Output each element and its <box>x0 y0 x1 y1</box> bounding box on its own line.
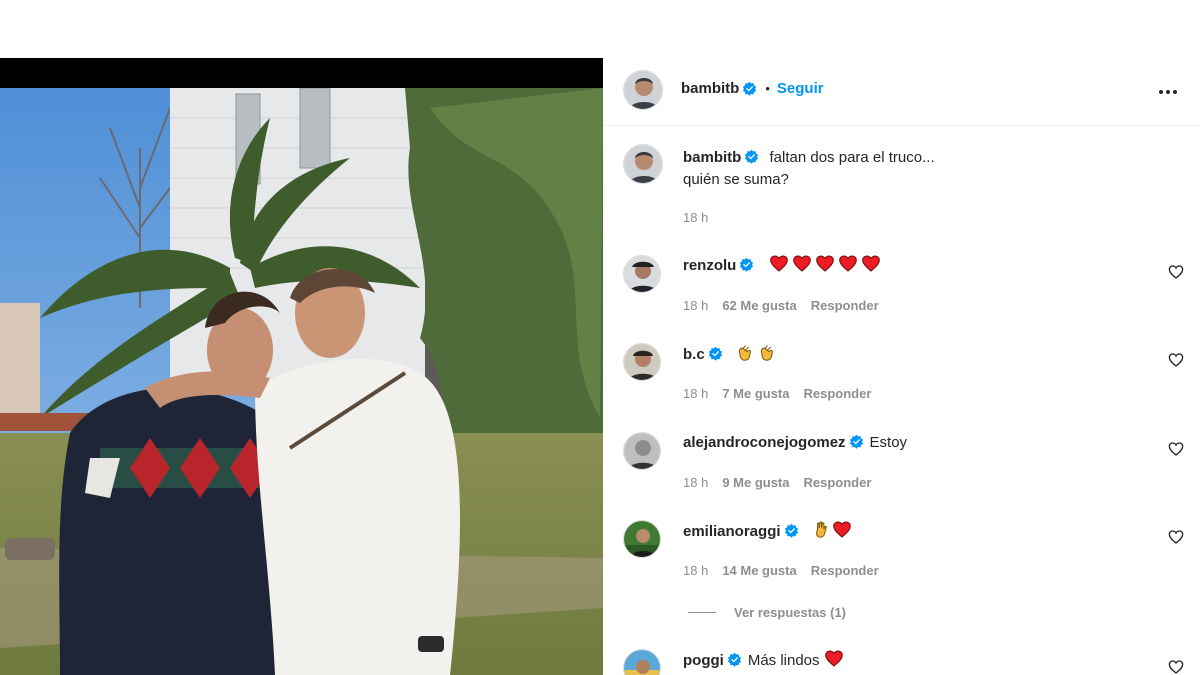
comment-text-line: b.c <box>683 343 777 366</box>
comment-avatar[interactable] <box>623 255 661 293</box>
author-avatar[interactable] <box>623 70 663 110</box>
author-username[interactable]: bambitb <box>681 80 739 97</box>
comment-body: Estoy <box>869 434 908 451</box>
comment-text-line: poggi Más lindos <box>683 650 843 672</box>
verified-badge-icon <box>739 257 754 272</box>
caption-username[interactable]: bambitb <box>683 149 741 166</box>
comment-like-heart-icon[interactable] <box>1168 264 1186 282</box>
comment-like-heart-icon[interactable] <box>1168 529 1186 547</box>
red-heart-icon <box>815 255 834 272</box>
red-heart-icon <box>832 521 851 538</box>
comment-body: Más lindos <box>747 652 820 669</box>
post-photo-panel <box>0 58 603 675</box>
caption-line-2: quién se suma? <box>683 171 789 188</box>
verified-badge-icon <box>849 434 864 449</box>
comment-time[interactable]: 18 h <box>683 298 708 313</box>
post-header: bambitb • Seguir <box>603 58 1200 126</box>
red-heart-icon <box>824 650 843 667</box>
verified-badge-icon <box>727 652 742 667</box>
waving-hand-icon <box>812 520 831 539</box>
comment-avatar[interactable] <box>623 649 661 675</box>
comment-like-heart-icon[interactable] <box>1168 659 1186 675</box>
red-heart-icon <box>792 255 811 272</box>
clapping-hands-icon <box>758 343 777 362</box>
view-replies-label: Ver respuestas (1) <box>734 605 847 620</box>
reply-button[interactable]: Responder <box>811 563 879 578</box>
caption-text: bambitb faltan dos para el truco... quié… <box>683 147 935 191</box>
comment-text-line: alejandroconejogomez Estoy <box>683 432 907 454</box>
comment-avatar[interactable] <box>623 520 661 558</box>
comment-meta: 18 h 14 Me gusta Responder <box>683 563 879 578</box>
caption-line-1: faltan dos para el truco... <box>769 149 935 166</box>
comment-time[interactable]: 18 h <box>683 475 708 490</box>
more-options-icon[interactable] <box>1156 80 1180 104</box>
comment-time[interactable]: 18 h <box>683 386 708 401</box>
comment-likes[interactable]: 14 Me gusta <box>722 563 796 578</box>
comment-likes[interactable]: 9 Me gusta <box>722 475 789 490</box>
comment-username[interactable]: b.c <box>683 346 705 363</box>
comment-time[interactable]: 18 h <box>683 563 708 578</box>
comment-username[interactable]: emilianoraggi <box>683 523 781 540</box>
verified-badge-icon <box>742 81 757 96</box>
comment-username[interactable]: renzolu <box>683 257 736 274</box>
comment-avatar[interactable] <box>623 343 661 381</box>
clapping-hands-icon <box>736 343 755 362</box>
reply-button[interactable]: Responder <box>811 298 879 313</box>
post-photo-image <box>0 88 603 675</box>
comment-text-line: renzolu <box>683 255 880 277</box>
comment-meta: 18 h 62 Me gusta Responder <box>683 298 879 313</box>
comment-meta: 18 h 9 Me gusta Responder <box>683 475 871 490</box>
red-heart-icon <box>861 255 880 272</box>
header-user-line: bambitb • Seguir <box>681 80 824 97</box>
caption-time[interactable]: 18 h <box>683 210 708 225</box>
caption-avatar[interactable] <box>623 144 663 184</box>
comment-username[interactable]: alejandroconejogomez <box>683 434 846 451</box>
red-heart-icon <box>769 255 788 272</box>
red-heart-icon <box>838 255 857 272</box>
comment-like-heart-icon[interactable] <box>1168 352 1186 370</box>
comment-avatar[interactable] <box>623 432 661 470</box>
view-replies-button[interactable]: Ver respuestas (1) <box>688 605 846 620</box>
comment-like-heart-icon[interactable] <box>1168 441 1186 459</box>
reply-button[interactable]: Responder <box>804 386 872 401</box>
comment-meta: 18 h 7 Me gusta Responder <box>683 386 871 401</box>
caption-meta: 18 h <box>683 210 708 225</box>
verified-badge-icon <box>708 346 723 361</box>
verified-badge-icon <box>784 523 799 538</box>
separator-dot: • <box>765 81 770 96</box>
comment-username[interactable]: poggi <box>683 652 724 669</box>
follow-button[interactable]: Seguir <box>777 80 824 97</box>
post-photo[interactable] <box>0 88 603 675</box>
comment-text-line: emilianoraggi <box>683 520 851 543</box>
replies-divider-line <box>688 612 716 613</box>
reply-button[interactable]: Responder <box>804 475 872 490</box>
verified-badge-icon <box>744 149 759 164</box>
post-side-panel: bambitb • Seguir bambitb faltan dos para… <box>603 58 1200 675</box>
comment-likes[interactable]: 7 Me gusta <box>722 386 789 401</box>
comment-likes[interactable]: 62 Me gusta <box>722 298 796 313</box>
